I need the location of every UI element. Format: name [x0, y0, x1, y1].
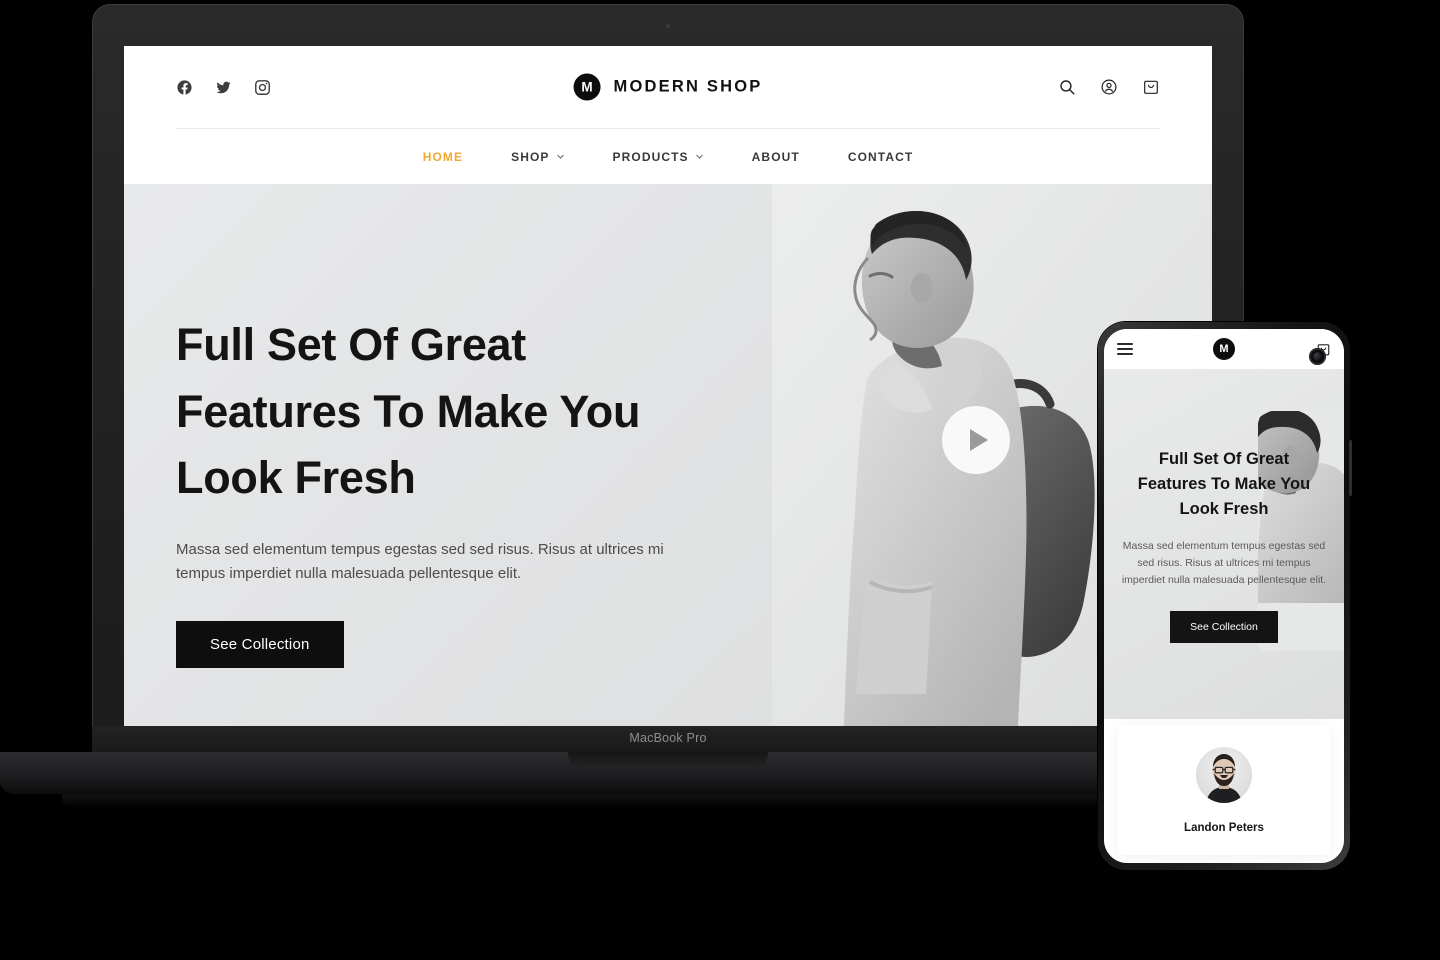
hero-heading-line-2: Features To Make You	[176, 385, 641, 437]
chevron-down-icon	[695, 152, 704, 161]
hero-paragraph: Massa sed elementum tempus egestas sed s…	[176, 540, 664, 583]
chevron-down-icon	[556, 152, 565, 161]
mobile-testimonial-card: Landon Peters	[1118, 725, 1330, 855]
see-collection-button[interactable]: See Collection	[176, 620, 344, 668]
mobile-brand-mark[interactable]: M	[1213, 338, 1235, 360]
burger-line	[1117, 348, 1133, 350]
burger-line	[1117, 343, 1133, 345]
mobile-see-collection-button[interactable]: See Collection	[1170, 611, 1278, 644]
laptop-trackpad-notch	[568, 752, 768, 768]
nav-item-shop[interactable]: SHOP	[487, 150, 588, 164]
brand-name: MODERN SHOP	[613, 77, 763, 96]
play-icon	[969, 429, 988, 451]
nav-item-about[interactable]: ABOUT	[728, 150, 824, 164]
cart-icon[interactable]	[1142, 78, 1160, 96]
phone-power-button[interactable]	[1349, 440, 1352, 496]
laptop-lid: M MODERN SHOP HOME SHOP PRODUCTS ABOUT C…	[92, 4, 1244, 752]
nav-item-products[interactable]: PRODUCTS	[589, 150, 728, 164]
mobile-header: M	[1104, 329, 1344, 369]
search-icon[interactable]	[1058, 78, 1076, 96]
facebook-icon[interactable]	[176, 79, 193, 96]
avatar	[1196, 747, 1252, 803]
nav-item-contact[interactable]: CONTACT	[824, 150, 937, 164]
nav-label: ABOUT	[751, 149, 800, 164]
nav-list: HOME SHOP PRODUCTS ABOUT CONTACT	[399, 150, 938, 164]
avatar-illustration	[1196, 747, 1252, 803]
nav-label: PRODUCTS	[612, 149, 689, 164]
testimonial-author-name: Landon Peters	[1184, 822, 1264, 834]
site-header: M MODERN SHOP	[124, 46, 1212, 128]
laptop-foot-shadow	[62, 794, 1274, 808]
phone-mockup: M Full Set Of Great Features To Make You…	[1098, 322, 1352, 870]
mockup-scene: M MODERN SHOP HOME SHOP PRODUCTS ABOUT C…	[0, 0, 1440, 960]
mobile-hero-section: Full Set Of Great Features To Make You L…	[1104, 369, 1344, 719]
twitter-icon[interactable]	[215, 79, 232, 96]
website-viewport: M MODERN SHOP HOME SHOP PRODUCTS ABOUT C…	[124, 46, 1212, 726]
hero-heading-line-1: Full Set Of Great	[176, 319, 526, 370]
hamburger-menu-icon[interactable]	[1117, 343, 1133, 355]
laptop-chin: MacBook Pro	[92, 726, 1244, 752]
nav-label: HOME	[422, 149, 464, 164]
header-utility-icons	[1058, 78, 1160, 96]
nav-label: CONTACT	[847, 149, 914, 164]
burger-line	[1117, 353, 1133, 355]
account-icon[interactable]	[1100, 78, 1118, 96]
brand-logo[interactable]: M MODERN SHOP	[573, 73, 763, 101]
instagram-icon[interactable]	[254, 79, 271, 96]
nav-label: SHOP	[511, 149, 550, 164]
front-camera-icon	[1309, 348, 1326, 365]
mobile-hero-heading: Full Set Of Great Features To Make You L…	[1118, 447, 1330, 522]
hero-copy: Full Set Of Great Features To Make You L…	[176, 312, 736, 668]
laptop-model-label: MacBook Pro	[629, 731, 707, 745]
mobile-hero-copy: Full Set Of Great Features To Make You L…	[1118, 447, 1330, 644]
webcam-icon	[666, 24, 670, 28]
hero-heading-line-3: Look Fresh	[176, 452, 416, 504]
phone-screen: M Full Set Of Great Features To Make You…	[1104, 329, 1344, 863]
mobile-hero-heading-line-3: Look Fresh	[1179, 500, 1269, 519]
hero-heading: Full Set Of Great Features To Make You L…	[176, 312, 736, 512]
mobile-hero-heading-line-1: Full Set Of Great	[1158, 450, 1290, 468]
play-button[interactable]	[942, 406, 1010, 474]
social-links	[176, 79, 271, 96]
laptop-screen: M MODERN SHOP HOME SHOP PRODUCTS ABOUT C…	[124, 46, 1212, 726]
main-navigation: HOME SHOP PRODUCTS ABOUT CONTACT	[176, 128, 1160, 184]
nav-item-home[interactable]: HOME	[399, 150, 487, 164]
hero-section: Full Set Of Great Features To Make You L…	[124, 184, 1212, 726]
mobile-hero-heading-line-2: Features To Make You	[1137, 475, 1311, 494]
brand-mark: M	[573, 73, 601, 101]
macbook-mockup: M MODERN SHOP HOME SHOP PRODUCTS ABOUT C…	[0, 4, 1336, 814]
mobile-hero-paragraph: Massa sed elementum tempus egestas sed s…	[1121, 540, 1327, 587]
